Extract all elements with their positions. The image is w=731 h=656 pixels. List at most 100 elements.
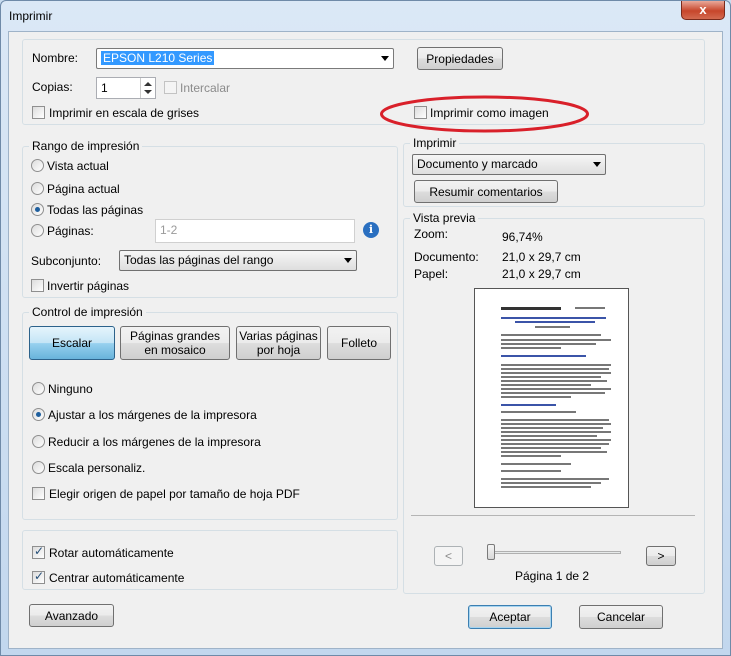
all-pages-radio[interactable] <box>31 203 44 216</box>
tile-pages-button[interactable]: Páginas grandes en mosaico <box>120 326 230 360</box>
tile-pages-line1: Páginas grandes <box>129 329 221 343</box>
preview-line <box>501 455 561 457</box>
preview-line <box>501 334 601 336</box>
scale-button-label: Escalar <box>51 336 92 350</box>
preview-line <box>501 486 591 488</box>
scale-none-label: Ninguno <box>48 382 93 396</box>
multiple-pages-line1: Varias páginas <box>239 329 318 343</box>
preview-line <box>501 372 611 374</box>
reverse-pages-checkbox[interactable] <box>31 279 44 292</box>
copies-spinner[interactable] <box>140 78 155 98</box>
all-pages-label: Todas las páginas <box>47 203 144 217</box>
preview-divider <box>411 515 695 516</box>
custom-scale-radio[interactable] <box>32 461 45 474</box>
paper-source-checkbox[interactable] <box>32 487 45 500</box>
properties-button[interactable]: Propiedades <box>417 47 503 70</box>
scale-none-radio[interactable] <box>32 382 45 395</box>
preview-line <box>501 404 556 406</box>
subset-select-value: Todas las páginas del rango <box>124 253 274 267</box>
preview-line <box>501 478 609 480</box>
preview-line <box>501 376 601 378</box>
booklet-button-label: Folleto <box>340 336 378 350</box>
page-slider-track[interactable] <box>490 551 621 554</box>
cancel-button[interactable]: Cancelar <box>579 605 663 629</box>
preview-line <box>501 482 601 484</box>
tile-pages-line2: en mosaico <box>144 343 206 357</box>
subset-select[interactable]: Todas las páginas del rango <box>119 250 357 271</box>
preview-line <box>501 443 609 445</box>
chevron-down-icon <box>381 56 389 61</box>
preview-line <box>501 463 571 465</box>
preview-line <box>501 431 611 433</box>
cancel-button-label: Cancelar <box>596 610 646 624</box>
pages-input[interactable]: 1-2 <box>155 219 355 243</box>
prev-page-button[interactable]: < <box>434 546 463 566</box>
next-page-button[interactable]: > <box>646 546 676 566</box>
current-view-label: Vista actual <box>47 159 109 173</box>
chevron-down-icon <box>344 258 352 263</box>
auto-rotate-label: Rotar automáticamente <box>49 546 174 560</box>
preview-line <box>501 368 609 370</box>
print-what-select[interactable]: Documento y marcado <box>412 154 606 175</box>
print-control-title: Control de impresión <box>29 305 146 319</box>
pages-radio[interactable] <box>31 224 44 237</box>
preview-line <box>501 396 571 398</box>
page-slider-thumb[interactable] <box>487 544 495 560</box>
print-what-select-value: Documento y marcado <box>417 157 538 171</box>
accept-button-label: Aceptar <box>489 610 531 624</box>
scale-button[interactable]: Escalar <box>29 326 115 360</box>
booklet-button[interactable]: Folleto <box>327 326 391 360</box>
page-status: Página 1 de 2 <box>515 569 590 583</box>
paper-size-label: Papel: <box>414 267 449 281</box>
preview-line <box>501 447 601 449</box>
zoom-value: 96,74% <box>502 230 543 244</box>
close-button[interactable]: x <box>681 1 725 20</box>
zoom-label: Zoom: <box>414 227 449 241</box>
preview-line <box>501 355 586 357</box>
dialog-client-area: Nombre: EPSON L210 Series Propiedades Co… <box>8 31 723 649</box>
collate-checkbox[interactable] <box>164 81 177 94</box>
grayscale-checkbox[interactable] <box>32 106 45 119</box>
multiple-pages-button[interactable]: Varias páginas por hoja <box>236 326 321 360</box>
current-page-label: Página actual <box>47 182 120 196</box>
preview-line <box>501 435 597 437</box>
current-view-radio[interactable] <box>31 159 44 172</box>
grayscale-label: Imprimir en escala de grises <box>49 106 200 120</box>
printer-select[interactable]: EPSON L210 Series <box>96 48 394 69</box>
accept-button[interactable]: Aceptar <box>468 605 552 629</box>
preview-line <box>501 451 607 453</box>
page-preview <box>474 288 629 508</box>
collate-label: Intercalar <box>180 81 231 95</box>
auto-rotate-checkbox[interactable] <box>32 544 45 559</box>
pages-input-value: 1-2 <box>160 223 178 237</box>
preview-line <box>501 384 591 386</box>
custom-scale-label: Escala personaliz. <box>48 461 146 475</box>
document-size-value: 21,0 x 29,7 cm <box>502 250 581 264</box>
print-what-title: Imprimir <box>410 136 460 150</box>
summarize-comments-button[interactable]: Resumir comentarios <box>414 180 558 203</box>
auto-center-checkbox[interactable] <box>32 569 45 584</box>
summarize-comments-label: Resumir comentarios <box>429 184 543 199</box>
preview-line <box>515 321 595 323</box>
preview-line <box>501 343 596 345</box>
info-icon-glyph: i <box>368 223 374 236</box>
info-icon[interactable]: i <box>363 222 379 238</box>
current-page-radio[interactable] <box>31 182 44 195</box>
properties-button-label: Propiedades <box>426 51 494 66</box>
print-dialog-window: Imprimir x Nombre: EPSON L210 Series Pro… <box>0 0 731 656</box>
auto-center-label: Centrar automáticamente <box>49 571 185 585</box>
spinner-down-icon[interactable] <box>144 90 152 94</box>
preview-line <box>501 392 605 394</box>
copies-input-value: 1 <box>101 81 108 95</box>
annotation-ellipse <box>380 95 589 133</box>
fit-margins-radio[interactable] <box>32 408 45 421</box>
multiple-pages-line2: por hoja <box>256 343 301 357</box>
print-range-title: Rango de impresión <box>29 139 143 153</box>
advanced-button[interactable]: Avanzado <box>29 604 114 627</box>
paper-source-label: Elegir origen de papel por tamaño de hoj… <box>49 487 300 501</box>
reduce-margins-radio[interactable] <box>32 435 45 448</box>
preview-line <box>501 439 611 441</box>
spinner-up-icon[interactable] <box>144 82 152 86</box>
preview-line <box>501 347 561 349</box>
preview-header-line <box>501 307 561 310</box>
